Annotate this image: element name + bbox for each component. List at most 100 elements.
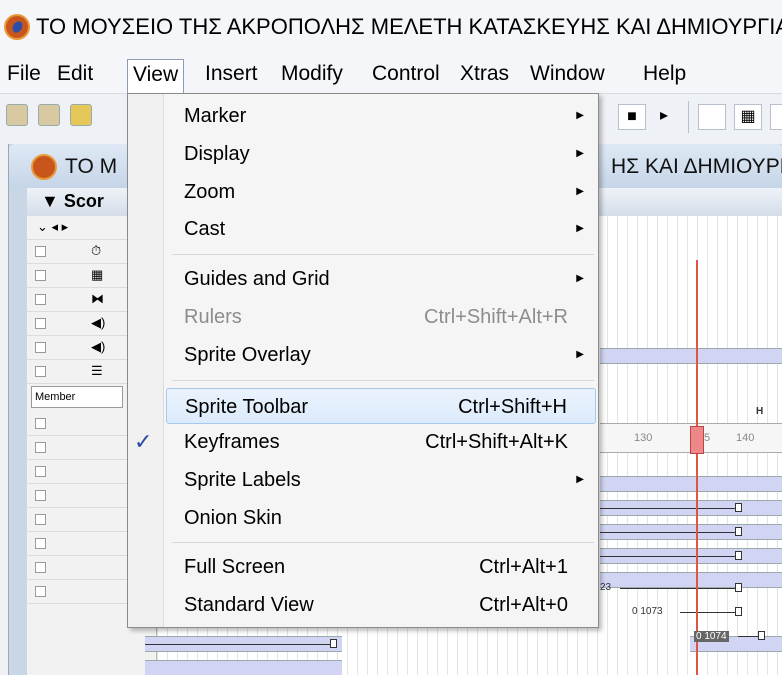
menu-icon-gutter — [128, 94, 164, 627]
menu-item-standard-view[interactable]: Standard View Ctrl+Alt+0 — [166, 587, 596, 623]
channel-toggle[interactable] — [35, 514, 46, 525]
menu-item-label: Guides and Grid — [184, 268, 330, 290]
menu-insert[interactable]: Insert — [200, 59, 263, 89]
submenu-arrow-icon: ▶ — [576, 273, 584, 284]
channel-toggle[interactable] — [35, 366, 46, 377]
sprite-line — [620, 588, 735, 589]
window-title: ΤΟ ΜΟΥΣΕΙΟ ΤΗΣ ΑΚΡΟΠΟΛΗΣ ΜΕΛΕΤΗ ΚΑΤΑΣΚΕΥ… — [36, 14, 782, 39]
ruler-label: 130 — [634, 432, 653, 444]
sprite-span[interactable] — [145, 660, 342, 675]
channel-toggle[interactable] — [35, 342, 46, 353]
menu-view[interactable]: View — [127, 59, 185, 94]
menu-item-label: Standard View — [184, 594, 314, 616]
document-title-left: ΤΟ Μ — [65, 155, 118, 178]
menu-xtras[interactable]: Xtras — [455, 59, 514, 89]
menu-item-label: Cast — [184, 218, 226, 240]
sprite-end-marker[interactable] — [735, 503, 742, 512]
channel-toggle[interactable] — [35, 442, 46, 453]
channel-toggle[interactable] — [35, 466, 46, 477]
sprite-end-marker[interactable] — [330, 639, 337, 648]
menu-item-marker[interactable]: Marker ▶ — [166, 98, 596, 134]
menu-item-guides-and-grid[interactable]: Guides and Grid ▶ — [166, 261, 596, 297]
menu-item-cast[interactable]: Cast ▶ — [166, 211, 596, 247]
menu-file[interactable]: File — [2, 59, 46, 89]
sprite-span[interactable] — [600, 572, 782, 588]
title-bar: ΤΟ ΜΟΥΣΕΙΟ ΤΗΣ ΑΚΡΟΠΟΛΗΣ ΜΕΛΕΤΗ ΚΑΤΑΣΚΕΥ… — [0, 0, 782, 54]
sprite-line — [600, 532, 735, 533]
menu-bar: File Edit View Insert Modify Control Xtr… — [0, 54, 782, 94]
menu-item-label: Onion Skin — [184, 507, 282, 529]
menu-separator — [172, 542, 594, 543]
menu-item-onion-skin[interactable]: Onion Skin — [166, 500, 596, 536]
sprite-line — [738, 636, 758, 637]
channel-toggle[interactable] — [35, 490, 46, 501]
submenu-arrow-icon: ▶ — [576, 349, 584, 360]
channel-toggle[interactable] — [35, 586, 46, 597]
menu-item-shortcut: Ctrl+Alt+0 — [479, 594, 568, 616]
menu-item-label: Full Screen — [184, 556, 286, 578]
play-button[interactable]: ▸ — [650, 104, 678, 130]
menu-item-sprite-labels[interactable]: Sprite Labels ▶ — [166, 462, 596, 498]
menu-item-sprite-toolbar[interactable]: Sprite Toolbar Ctrl+Shift+H — [166, 388, 596, 424]
menu-item-shortcut: Ctrl+Shift+H — [458, 396, 567, 418]
open-folder-icon[interactable] — [70, 104, 92, 126]
submenu-arrow-icon: ▶ — [576, 223, 584, 234]
menu-item-label: Sprite Overlay — [184, 344, 311, 366]
channel-toggle[interactable] — [35, 246, 46, 257]
menu-item-label: Rulers — [184, 306, 242, 328]
sprite-span[interactable] — [600, 476, 782, 492]
menu-item-shortcut: Ctrl+Shift+Alt+K — [425, 431, 568, 453]
document-title-right: ΗΣ ΚΑΙ ΔΗΜΙΟΥΡΓ — [611, 155, 782, 178]
menu-help[interactable]: Help — [638, 59, 691, 89]
menu-item-keyframes[interactable]: Keyframes Ctrl+Shift+Alt+K — [166, 424, 596, 460]
menu-item-label: Keyframes — [184, 431, 280, 453]
channel-toggle[interactable] — [35, 318, 46, 329]
sprite-end-marker[interactable] — [758, 631, 765, 640]
stage-window-icon[interactable] — [698, 104, 726, 130]
sprite-line — [680, 612, 735, 613]
new-movie-icon[interactable] — [6, 104, 28, 126]
playhead-handle[interactable] — [690, 426, 704, 454]
stop-button[interactable]: ■ — [618, 104, 646, 130]
menu-control[interactable]: Control — [367, 59, 445, 89]
menu-item-display[interactable]: Display ▶ — [166, 136, 596, 172]
sprite-end-marker[interactable] — [735, 583, 742, 592]
channel-toggle[interactable] — [35, 270, 46, 281]
menu-item-rulers[interactable]: Rulers Ctrl+Shift+Alt+R — [166, 299, 596, 335]
sprite-line — [145, 644, 330, 645]
menu-edit[interactable]: Edit — [52, 59, 98, 89]
palette-icon: ▦ — [91, 267, 104, 282]
submenu-arrow-icon: ▶ — [576, 186, 584, 197]
menu-item-full-screen[interactable]: Full Screen Ctrl+Alt+1 — [166, 549, 596, 585]
channel-toggle[interactable] — [35, 294, 46, 305]
tempo-icon: ⏱ — [91, 243, 102, 258]
sprite-end-marker[interactable] — [735, 607, 742, 616]
sprite-end-marker[interactable] — [735, 527, 742, 536]
sprite-span[interactable] — [600, 348, 782, 364]
channel-toggle[interactable] — [35, 562, 46, 573]
submenu-arrow-icon: ▶ — [576, 474, 584, 485]
menu-item-zoom[interactable]: Zoom ▶ — [166, 174, 596, 210]
sprite-label: 0 1074 — [694, 631, 729, 642]
menu-item-sprite-overlay[interactable]: Sprite Overlay ▶ — [166, 337, 596, 373]
transition-icon: ⧓ — [91, 291, 104, 306]
sound-icon: ◀︎) — [91, 339, 106, 354]
sprite-label: H — [756, 406, 764, 417]
cast-window-icon[interactable] — [770, 104, 782, 130]
menu-item-shortcut: Ctrl+Alt+1 — [479, 556, 568, 578]
menu-window[interactable]: Window — [525, 59, 610, 89]
menu-separator — [172, 380, 594, 381]
new-cast-icon[interactable] — [38, 104, 60, 126]
channel-toggle[interactable] — [35, 418, 46, 429]
ruler-label: 5 — [704, 432, 711, 444]
sprite-end-marker[interactable] — [735, 551, 742, 560]
menu-modify[interactable]: Modify — [276, 59, 348, 89]
score-panel-label: ▼ Scor — [41, 191, 104, 211]
score-window-icon[interactable]: ▦ — [734, 104, 762, 130]
channel-nav-arrows-icon[interactable]: ⌄ ◂ ▸ — [37, 219, 68, 235]
channel-toggle[interactable] — [35, 538, 46, 549]
member-select[interactable]: Member — [31, 386, 123, 408]
view-menu-dropdown: Marker ▶ Display ▶ Zoom ▶ Cast ▶ Guides and … — [127, 93, 599, 628]
sprite-line — [600, 508, 735, 509]
menu-item-label: Marker — [184, 105, 247, 127]
